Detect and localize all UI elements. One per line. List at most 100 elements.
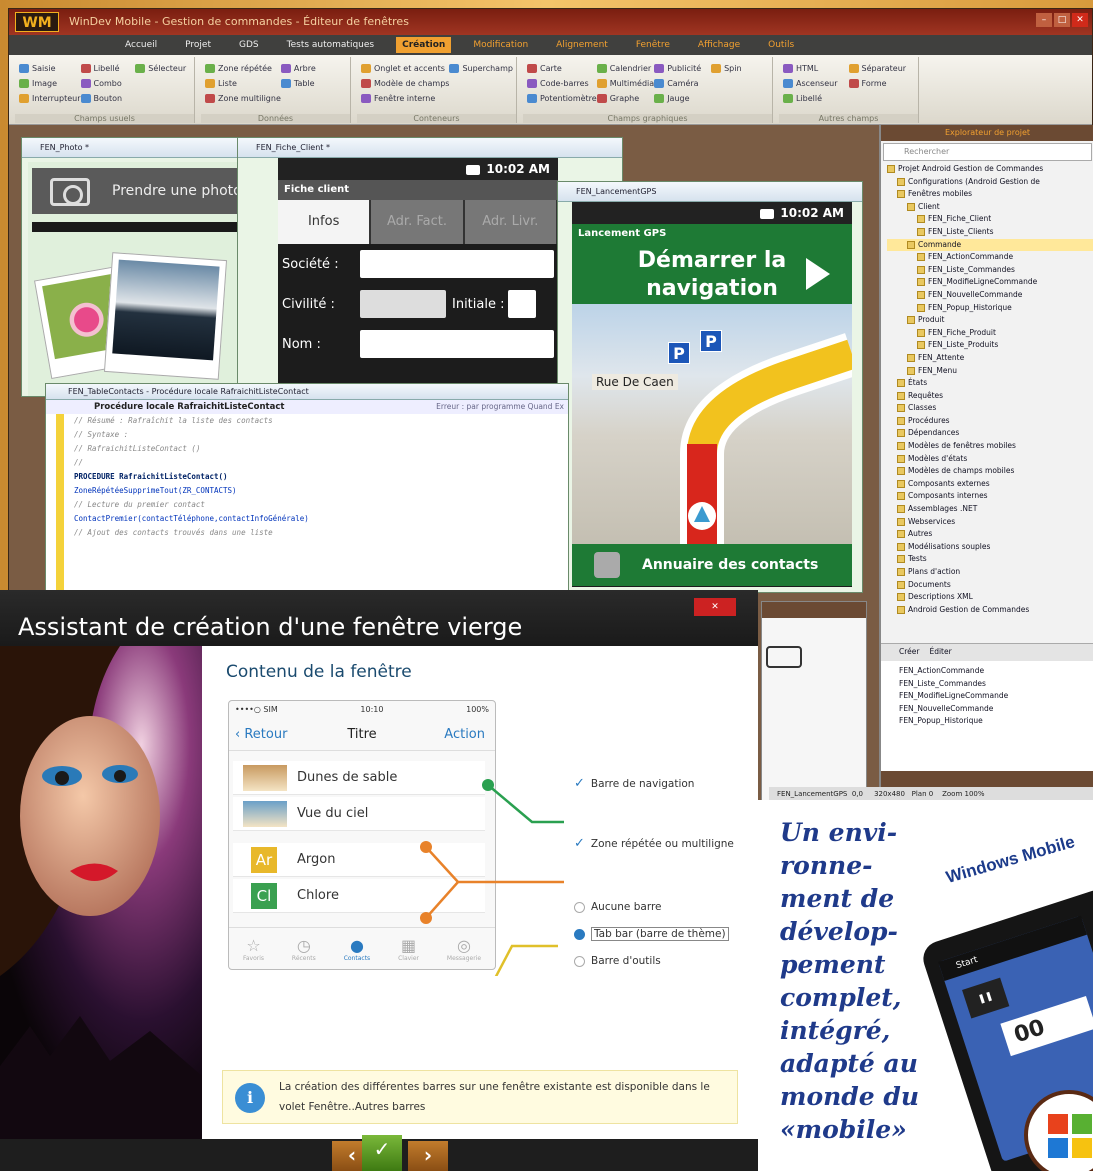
option-radio[interactable]: Tab bar (barre de thème) bbox=[574, 927, 729, 941]
tree-item[interactable]: FEN_Liste_Clients bbox=[887, 226, 1093, 239]
file-list-item[interactable]: FEN_Liste_Commandes bbox=[899, 678, 1093, 691]
tree-item[interactable]: Android Gestion de Commandes bbox=[887, 604, 1093, 617]
menu-outils[interactable]: Outils bbox=[762, 37, 800, 53]
ribbon-item[interactable]: Potentiomètre bbox=[527, 91, 597, 106]
tree-item[interactable]: Commande bbox=[887, 238, 1093, 252]
menu-affichage[interactable]: Affichage bbox=[692, 37, 746, 53]
ribbon-item[interactable]: Liste bbox=[205, 76, 281, 91]
societe-input[interactable] bbox=[360, 250, 554, 278]
option-check[interactable]: ✓ Barre de navigation bbox=[574, 776, 694, 791]
ribbon-item[interactable]: Graphe bbox=[596, 91, 654, 106]
close-icon[interactable]: ✕ bbox=[1072, 13, 1088, 27]
code-editor[interactable]: Procédure locale RafraichitListeContact … bbox=[46, 400, 568, 598]
ribbon-item[interactable]: Séparateur bbox=[848, 61, 915, 76]
ribbon-item[interactable]: Zone multiligne bbox=[205, 91, 281, 106]
tree-item[interactable]: Dépendances bbox=[887, 427, 1093, 440]
tree-item[interactable]: FEN_Menu bbox=[887, 365, 1093, 378]
menu-tests-automatiques[interactable]: Tests automatiques bbox=[281, 37, 380, 53]
tab-adr-fact[interactable]: Adr. Fact. bbox=[371, 200, 463, 244]
tree-item[interactable]: FEN_Liste_Commandes bbox=[887, 264, 1093, 277]
ribbon-item[interactable]: Fenêtre interne bbox=[361, 91, 449, 106]
explorer-search-input[interactable]: Rechercher bbox=[883, 143, 1092, 161]
ribbon-item[interactable]: Superchamp bbox=[449, 61, 513, 76]
menu-alignement[interactable]: Alignement bbox=[550, 37, 614, 53]
ios-list-row[interactable]: Cl Chlore bbox=[233, 879, 485, 913]
window-fen-photo[interactable]: FEN_Photo * Prendre une photo bbox=[21, 137, 251, 397]
tree-item[interactable]: Descriptions XML bbox=[887, 591, 1093, 604]
option-radio[interactable]: Aucune barre bbox=[574, 901, 662, 913]
ribbon-item[interactable]: Combo bbox=[80, 76, 136, 91]
tree-item[interactable]: Autres bbox=[887, 528, 1093, 541]
ios-list-row[interactable]: Vue du ciel bbox=[233, 797, 485, 831]
start-navigation-button[interactable]: Démarrer la navigation bbox=[572, 244, 852, 304]
ribbon-item[interactable]: Libellé bbox=[80, 61, 136, 76]
next-button[interactable]: › bbox=[408, 1141, 448, 1171]
tree-item[interactable]: FEN_Liste_Produits bbox=[887, 339, 1093, 352]
window-fen-lancementgps[interactable]: FEN_LancementGPS 10:02 AM Lancement GPS … bbox=[557, 181, 863, 593]
tree-item[interactable]: Projet Android Gestion de Commandes bbox=[887, 163, 1093, 176]
ribbon-item[interactable]: Interrupteur bbox=[19, 91, 81, 106]
tree-item[interactable]: FEN_Popup_Historique bbox=[887, 302, 1093, 315]
tree-item[interactable]: Fenêtres mobiles bbox=[887, 188, 1093, 201]
ios-tab-clavier[interactable]: ▦ Clavier bbox=[398, 936, 419, 962]
menu-gds[interactable]: GDS bbox=[233, 37, 265, 53]
ribbon-item[interactable]: Calendrier bbox=[596, 61, 654, 76]
ios-tab-récents[interactable]: ◷ Récents bbox=[292, 936, 316, 962]
ios-tab-favoris[interactable]: ☆ Favoris bbox=[243, 936, 264, 962]
option-check[interactable]: ✓ Zone répétée ou multiligne bbox=[574, 836, 734, 851]
tree-item[interactable]: Produit bbox=[887, 314, 1093, 327]
menu-modification[interactable]: Modification bbox=[467, 37, 534, 53]
ribbon-item[interactable]: Onglet et accents bbox=[361, 61, 449, 76]
tree-item[interactable]: FEN_Fiche_Produit bbox=[887, 327, 1093, 340]
ribbon-item[interactable]: Carte bbox=[527, 61, 597, 76]
tree-item[interactable]: Assemblages .NET bbox=[887, 503, 1093, 516]
tree-item[interactable]: Modèles d'états bbox=[887, 453, 1093, 466]
ribbon-item[interactable]: Spin bbox=[711, 61, 768, 76]
tree-item[interactable]: FEN_Attente bbox=[887, 352, 1093, 365]
ribbon-item[interactable]: HTML bbox=[783, 61, 849, 76]
ribbon-item[interactable]: Saisie bbox=[19, 61, 81, 76]
file-list-item[interactable]: FEN_NouvelleCommande bbox=[899, 703, 1093, 716]
validate-button[interactable]: ✓ bbox=[362, 1135, 402, 1171]
ribbon-item[interactable]: Bouton bbox=[80, 91, 136, 106]
ios-list-row[interactable]: Dunes de sable bbox=[233, 761, 485, 795]
ribbon-item[interactable]: Table bbox=[280, 76, 346, 91]
tree-item[interactable]: Modèles de champs mobiles bbox=[887, 465, 1093, 478]
menu-fen-tre[interactable]: Fenêtre bbox=[630, 37, 676, 53]
maximize-icon[interactable]: □ bbox=[1054, 13, 1070, 27]
tree-item[interactable]: Plans d'action bbox=[887, 566, 1093, 579]
option-radio[interactable]: Barre d'outils bbox=[574, 955, 661, 967]
contacts-directory-button[interactable]: Annuaire des contacts bbox=[572, 544, 852, 586]
tree-item[interactable]: Composants externes bbox=[887, 478, 1093, 491]
tree-item[interactable]: FEN_Fiche_Client bbox=[887, 213, 1093, 226]
ribbon-item[interactable]: Image bbox=[19, 76, 81, 91]
ribbon-item[interactable]: Jauge bbox=[654, 91, 711, 106]
tree-item[interactable]: Composants internes bbox=[887, 490, 1093, 503]
civilite-combo[interactable] bbox=[360, 290, 446, 318]
menu-cr-ation[interactable]: Création bbox=[396, 37, 452, 53]
close-button[interactable]: ✕ bbox=[694, 598, 736, 616]
tree-item[interactable]: Modélisations souples bbox=[887, 541, 1093, 554]
tree-item[interactable]: Webservices bbox=[887, 516, 1093, 529]
tree-item[interactable]: Client bbox=[887, 201, 1093, 214]
ribbon-item[interactable]: Zone répétée bbox=[205, 61, 281, 76]
ribbon-item[interactable]: Libellé bbox=[783, 91, 849, 106]
tree-item[interactable]: FEN_NouvelleCommande bbox=[887, 289, 1093, 302]
ribbon-item[interactable]: Publicité bbox=[654, 61, 711, 76]
file-list-item[interactable]: FEN_ActionCommande bbox=[899, 665, 1093, 678]
file-list-item[interactable]: FEN_Popup_Historique bbox=[899, 715, 1093, 728]
tree-item[interactable]: Classes bbox=[887, 402, 1093, 415]
minimize-icon[interactable]: – bbox=[1036, 13, 1052, 27]
menu-accueil[interactable]: Accueil bbox=[119, 37, 163, 53]
ios-tab-contacts[interactable]: ● Contacts bbox=[344, 936, 370, 962]
take-photo-button[interactable]: Prendre une photo bbox=[32, 168, 244, 214]
tree-item[interactable]: Requêtes bbox=[887, 390, 1093, 403]
tree-item[interactable]: Configurations (Android Gestion de bbox=[887, 176, 1093, 189]
tree-item[interactable]: Documents bbox=[887, 579, 1093, 592]
tree-item[interactable]: Procédures bbox=[887, 415, 1093, 428]
create-button[interactable]: Créer bbox=[899, 646, 919, 659]
edit-button[interactable]: Éditer bbox=[929, 646, 951, 659]
ios-list-row[interactable]: Ar Argon bbox=[233, 843, 485, 877]
tab-infos[interactable]: Infos bbox=[278, 200, 370, 244]
tree-item[interactable]: États bbox=[887, 377, 1093, 390]
